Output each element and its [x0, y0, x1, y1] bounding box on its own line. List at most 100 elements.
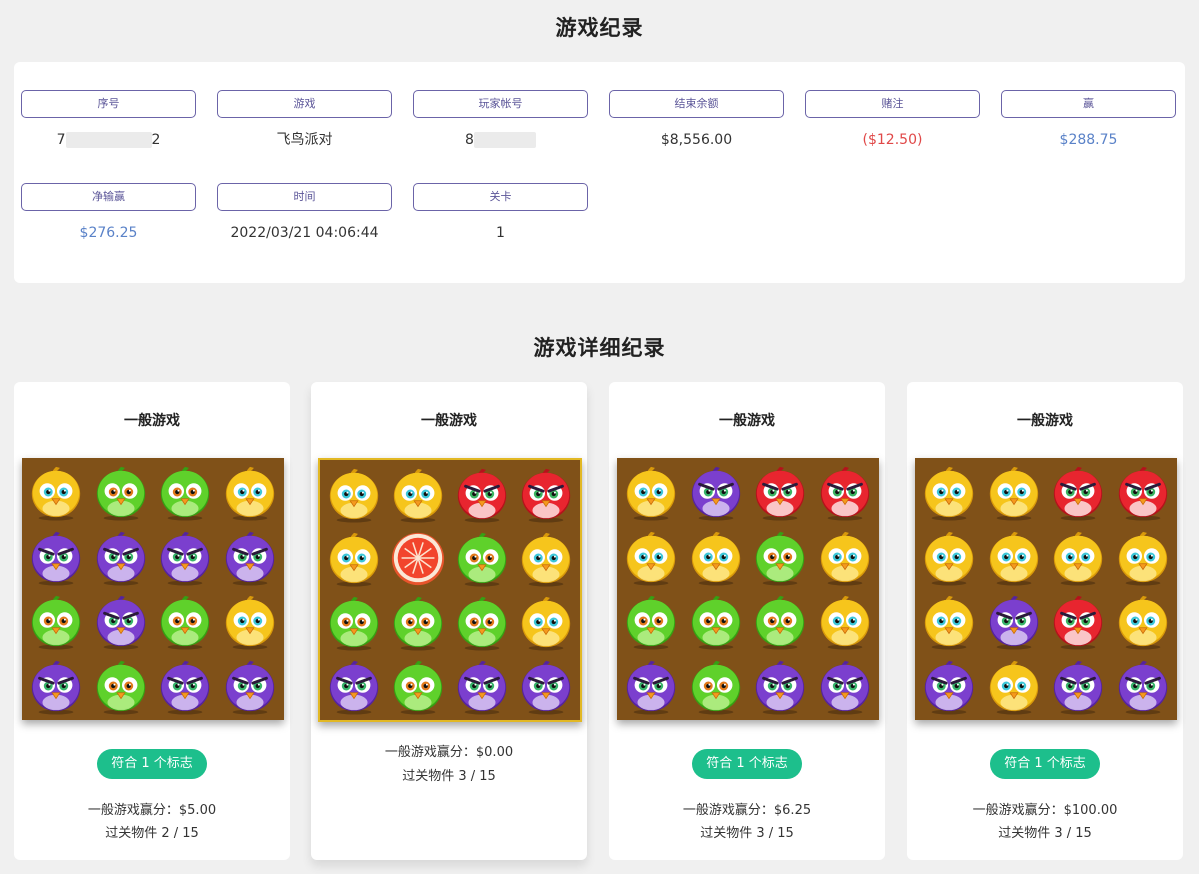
- account-value-start: 8: [465, 132, 474, 148]
- round-card-2: 一般游戏 一般游戏赢分：$0.00 过关物件 3 / 15: [311, 382, 587, 860]
- round-card-3: 一般游戏 符合 1 个标志 一般游戏赢分：$6.25 过关物件 3 / 15: [609, 382, 885, 860]
- yellow-bird-symbol-icon: [813, 525, 878, 590]
- yellow-bird-symbol-icon: [917, 589, 982, 654]
- green-bird-symbol-icon: [450, 526, 514, 590]
- yellow-bird-symbol-icon: [514, 526, 578, 590]
- time-label: 时间: [217, 183, 392, 211]
- end-balance-label: 结束余额: [609, 90, 784, 118]
- net-value: $276.25: [79, 225, 138, 241]
- bet-value: ($12.50): [862, 132, 923, 148]
- green-bird-symbol-icon: [24, 589, 89, 654]
- serial-value-start: 7: [56, 132, 66, 148]
- yellow-bird-symbol-icon: [619, 460, 684, 525]
- field-net: 净输赢 $276.25: [21, 183, 196, 245]
- yellow-bird-symbol-icon: [1111, 525, 1176, 590]
- purple-bird-symbol-icon: [24, 654, 89, 719]
- green-bird-symbol-icon: [386, 590, 450, 654]
- round-title: 一般游戏: [1017, 413, 1073, 429]
- round-card-4: 一般游戏 符合 1 个标志 一般游戏赢分：$100.00 过关物件 3 / 15: [907, 382, 1183, 860]
- field-serial: 序号 7 2: [21, 90, 196, 152]
- red-bird-symbol-icon: [813, 460, 878, 525]
- detail-title: 游戏详细纪录: [533, 336, 666, 360]
- purple-bird-symbol-icon: [748, 654, 813, 719]
- field-level: 关卡 1: [413, 183, 588, 245]
- win-label: 赢: [1001, 90, 1176, 118]
- green-bird-symbol-icon: [89, 460, 154, 525]
- serial-value-end: 2: [151, 132, 161, 148]
- green-bird-symbol-icon: [748, 525, 813, 590]
- field-game: 游戏 飞鸟派对: [217, 90, 392, 152]
- purple-bird-symbol-icon: [322, 654, 386, 718]
- purple-bird-symbol-icon: [89, 589, 154, 654]
- grapefruit-symbol-icon: [386, 526, 450, 590]
- yellow-bird-symbol-icon: [218, 589, 283, 654]
- net-label: 净输赢: [21, 183, 196, 211]
- time-value: 2022/03/21 04:06:44: [230, 225, 379, 241]
- yellow-bird-symbol-icon: [322, 462, 386, 526]
- purple-bird-symbol-icon: [619, 654, 684, 719]
- purple-bird-symbol-icon: [514, 654, 578, 718]
- green-bird-symbol-icon: [153, 589, 218, 654]
- round-score: 一般游戏赢分：$0.00: [384, 745, 514, 760]
- field-time: 时间 2022/03/21 04:06:44: [217, 183, 392, 245]
- end-balance-value: $8,556.00: [660, 132, 733, 148]
- red-bird-symbol-icon: [748, 460, 813, 525]
- game-board: [22, 458, 284, 720]
- match-badge: 符合 1 个标志: [692, 749, 802, 779]
- round-pass-items: 过关物件 2 / 15: [105, 826, 199, 841]
- account-value: 8: [413, 128, 588, 152]
- game-board: [915, 458, 1177, 720]
- green-bird-symbol-icon: [748, 589, 813, 654]
- field-account: 玩家帐号 8: [413, 90, 588, 152]
- round-pass-items: 过关物件 3 / 15: [700, 826, 794, 841]
- purple-bird-symbol-icon: [813, 654, 878, 719]
- green-bird-symbol-icon: [684, 654, 749, 719]
- purple-bird-symbol-icon: [982, 589, 1047, 654]
- round-title: 一般游戏: [124, 413, 180, 429]
- match-badge: 符合 1 个标志: [97, 749, 207, 779]
- yellow-bird-symbol-icon: [322, 526, 386, 590]
- red-bird-symbol-icon: [450, 462, 514, 526]
- yellow-bird-symbol-icon: [1046, 525, 1111, 590]
- yellow-bird-symbol-icon: [619, 525, 684, 590]
- match-badge: 符合 1 个标志: [990, 749, 1100, 779]
- purple-bird-symbol-icon: [450, 654, 514, 718]
- purple-bird-symbol-icon: [153, 525, 218, 590]
- red-bird-symbol-icon: [1111, 460, 1176, 525]
- purple-bird-symbol-icon: [24, 525, 89, 590]
- serial-value: 7 2: [21, 128, 196, 152]
- purple-bird-symbol-icon: [684, 460, 749, 525]
- game-label: 游戏: [217, 90, 392, 118]
- account-label: 玩家帐号: [413, 90, 588, 118]
- red-bird-symbol-icon: [1046, 589, 1111, 654]
- yellow-bird-symbol-icon: [1111, 589, 1176, 654]
- green-bird-symbol-icon: [684, 589, 749, 654]
- yellow-bird-symbol-icon: [386, 462, 450, 526]
- purple-bird-symbol-icon: [218, 654, 283, 719]
- yellow-bird-symbol-icon: [218, 460, 283, 525]
- game-record-panel: 序号 7 2 游戏 飞鸟派对 玩家帐号 8 结束余额 $8,556.00 赌注 …: [14, 62, 1185, 283]
- purple-bird-symbol-icon: [1046, 654, 1111, 719]
- field-end-balance: 结束余额 $8,556.00: [609, 90, 784, 152]
- field-win: 赢 $288.75: [1001, 90, 1176, 152]
- green-bird-symbol-icon: [619, 589, 684, 654]
- game-value: 飞鸟派对: [276, 132, 333, 148]
- redaction-bar: [473, 132, 536, 148]
- yellow-bird-symbol-icon: [917, 525, 982, 590]
- yellow-bird-symbol-icon: [982, 654, 1047, 719]
- green-bird-symbol-icon: [450, 590, 514, 654]
- red-bird-symbol-icon: [1046, 460, 1111, 525]
- redaction-bar: [65, 132, 152, 148]
- yellow-bird-symbol-icon: [917, 460, 982, 525]
- bet-label: 赌注: [805, 90, 980, 118]
- level-value: 1: [496, 225, 505, 241]
- round-card-1: 一般游戏 符合 1 个标志 一般游戏赢分：$5.00 过关物件 2 / 15: [14, 382, 290, 860]
- round-title: 一般游戏: [719, 413, 775, 429]
- green-bird-symbol-icon: [153, 460, 218, 525]
- game-board: [318, 458, 582, 722]
- round-pass-items: 过关物件 3 / 15: [998, 826, 1092, 841]
- round-title: 一般游戏: [421, 413, 477, 429]
- round-score: 一般游戏赢分：$100.00: [972, 803, 1118, 818]
- purple-bird-symbol-icon: [917, 654, 982, 719]
- purple-bird-symbol-icon: [218, 525, 283, 590]
